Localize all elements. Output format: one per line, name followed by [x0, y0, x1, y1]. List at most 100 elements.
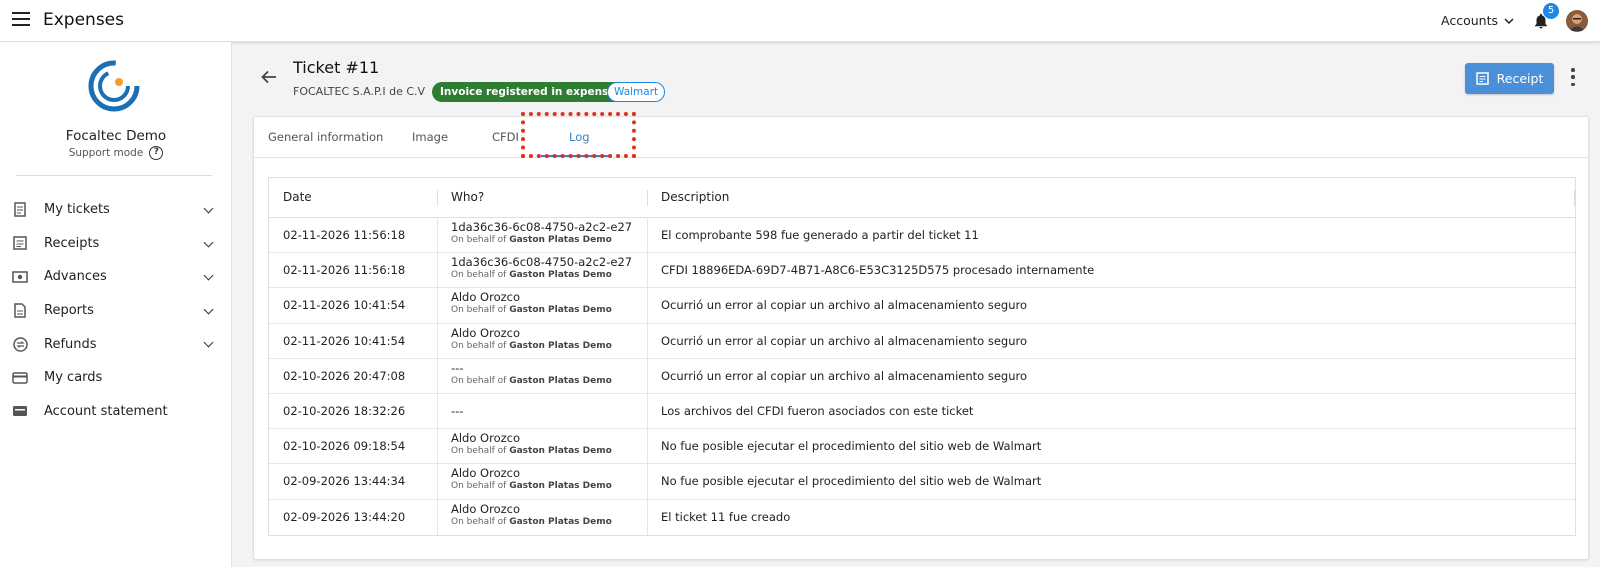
column-header-date[interactable]: Date [283, 190, 312, 204]
notification-badge: 5 [1543, 3, 1559, 19]
tab-image[interactable]: Image [412, 130, 448, 144]
cell-who: --- [451, 404, 463, 418]
on-behalf-prefix: On behalf of [451, 305, 507, 316]
table-row[interactable]: 02-10-2026 09:18:54 Aldo Orozco On behalf… [269, 429, 1575, 465]
cell-divider [437, 288, 438, 323]
who-name: 1da36c36-6c08-4750-a2c2-e27 [451, 220, 633, 234]
accounts-dropdown[interactable]: Accounts [1441, 13, 1514, 28]
table-row[interactable]: 02-11-2026 10:41:54 Aldo Orozco On behalf… [269, 288, 1575, 324]
wallet-icon [12, 404, 28, 418]
cell-divider [437, 393, 438, 429]
sidebar-item-refunds[interactable]: Refunds [0, 327, 232, 361]
cell-description: No fue posible ejecutar el procedimiento… [661, 439, 1042, 454]
cell-who: Aldo Orozco On behalf of Gaston Platas De… [451, 466, 612, 493]
table-row[interactable]: 02-11-2026 11:56:18 1da36c36-6c08-4750-a… [269, 218, 1575, 254]
chevron-down-icon [203, 337, 214, 348]
tab-cfdi[interactable]: CFDI [492, 130, 519, 144]
cell-date: 02-10-2026 18:32:26 [283, 403, 406, 418]
cell-date: 02-10-2026 20:47:08 [283, 368, 406, 383]
column-header-who[interactable]: Who? [451, 190, 484, 204]
cell-who: Aldo Orozco On behalf of Gaston Platas De… [451, 290, 612, 317]
chevron-down-icon [203, 304, 214, 315]
on-behalf-name: Gaston Platas Demo [509, 270, 612, 281]
cell-divider [647, 393, 648, 429]
cell-divider [647, 464, 648, 499]
chevron-down-icon [203, 237, 214, 248]
back-arrow-icon[interactable] [260, 68, 278, 86]
on-behalf-prefix: On behalf of [451, 270, 507, 281]
tab-general-information[interactable]: General information [268, 130, 383, 144]
cell-divider [647, 288, 648, 323]
sidebar-item-label: Advances [44, 269, 107, 285]
table-row[interactable]: 02-11-2026 11:56:18 1da36c36-6c08-4750-a… [269, 253, 1575, 289]
hamburger-menu-icon[interactable] [12, 12, 30, 28]
on-behalf-prefix: On behalf of [451, 375, 507, 386]
on-behalf-of: On behalf of Gaston Platas Demo [451, 340, 612, 353]
on-behalf-name: Gaston Platas Demo [509, 235, 612, 245]
cell-who: Aldo Orozco On behalf of Gaston Platas De… [451, 326, 612, 353]
cell-divider [647, 218, 648, 253]
column-header-description[interactable]: Description [661, 190, 729, 204]
on-behalf-prefix: On behalf of [451, 235, 507, 245]
who-name: --- [451, 360, 464, 375]
top-app-bar: Expenses Accounts 5 [0, 0, 1600, 42]
cell-date: 02-09-2026 13:44:34 [283, 474, 406, 489]
ticket-card: General information Image CFDI Log Date … [253, 112, 1589, 560]
sidebar-item-label: My tickets [44, 202, 110, 218]
chevron-down-icon [203, 203, 214, 214]
who-name: 1da36c36-6c08-4750-a2c2-e27 [451, 255, 633, 270]
report-icon [12, 303, 28, 318]
org-name: Focaltec Demo [65, 128, 167, 144]
on-behalf-of: On behalf of Gaston Platas Demo [451, 269, 632, 282]
sidebar-item-label: Reports [44, 303, 94, 319]
table-row[interactable]: 02-09-2026 13:44:20 Aldo Orozco On behalf… [269, 499, 1575, 535]
cell-date: 02-09-2026 13:44:20 [283, 509, 406, 524]
sidebar-item-my-cards[interactable]: My cards [0, 361, 232, 395]
cell-date: 02-11-2026 11:56:18 [283, 263, 406, 278]
avatar[interactable] [1566, 10, 1588, 32]
cell-divider [437, 464, 438, 499]
table-row[interactable]: 02-09-2026 13:44:34 Aldo Orozco On behalf… [269, 464, 1575, 500]
cell-divider [647, 358, 648, 393]
cell-divider [647, 429, 648, 464]
cell-description: Ocurrió un error al copiar un archivo al… [661, 333, 1028, 348]
cell-date: 02-10-2026 09:18:54 [283, 439, 406, 454]
who-name: Aldo Orozco [451, 466, 521, 481]
cell-who: 1da36c36-6c08-4750-a2c2-e27 On behalf of … [451, 220, 632, 247]
sidebar-item-account-statement[interactable]: Account statement [0, 395, 232, 429]
table-header: Date Who? Description [269, 178, 1575, 218]
sidebar-item-receipts[interactable]: Receipts [0, 227, 232, 261]
receipt-button[interactable]: Receipt [1465, 63, 1554, 94]
receipt-icon [12, 202, 28, 218]
cell-who: Aldo Orozco On behalf of Gaston Platas De… [451, 502, 612, 529]
sidebar-item-label: Receipts [44, 235, 100, 251]
sidebar-item-label: Refunds [44, 336, 97, 352]
cell-who: Aldo Orozco On behalf of Gaston Platas De… [451, 431, 612, 458]
on-behalf-name: Gaston Platas Demo [509, 340, 612, 351]
sidebar-item-advances[interactable]: Advances [0, 260, 232, 294]
sidebar-item-my-tickets[interactable]: My tickets [0, 193, 232, 227]
on-behalf-of: On behalf of Gaston Platas Demo [451, 375, 612, 388]
on-behalf-of: On behalf of Gaston Platas Demo [451, 304, 612, 317]
cell-description: CFDI 18896EDA-69D7-4B71-A8C6-E53C3125D57… [661, 263, 1095, 278]
who-name: --- [451, 403, 464, 418]
sidebar-item-reports[interactable]: Reports [0, 294, 232, 328]
table-row[interactable]: 02-10-2026 20:47:08 --- On behalf of Gast… [269, 358, 1575, 394]
cell-description: Ocurrió un error al copiar un archivo al… [661, 298, 1028, 313]
help-icon[interactable]: ? [149, 146, 164, 160]
who-name: Aldo Orozco [451, 290, 521, 305]
page-title: Ticket #11 [293, 58, 380, 77]
cell-divider [437, 323, 438, 358]
on-behalf-name: Gaston Platas Demo [509, 481, 612, 492]
more-options-icon[interactable] [1570, 68, 1576, 86]
cell-description: Ocurrió un error al copiar un archivo al… [661, 368, 1028, 383]
cell-description: Los archivos del CFDI fueron asociados c… [661, 403, 974, 418]
table-row[interactable]: 02-11-2026 10:41:54 Aldo Orozco On behalf… [269, 323, 1575, 359]
on-behalf-prefix: On behalf of [451, 340, 507, 351]
cell-divider [437, 499, 438, 535]
cell-divider [437, 253, 438, 288]
on-behalf-name: Gaston Platas Demo [509, 516, 612, 527]
cell-description: No fue posible ejecutar el procedimiento… [661, 474, 1042, 489]
table-row[interactable]: 02-10-2026 18:32:26 --- Los archivos del… [269, 393, 1575, 430]
cell-date: 02-11-2026 10:41:54 [283, 298, 406, 313]
